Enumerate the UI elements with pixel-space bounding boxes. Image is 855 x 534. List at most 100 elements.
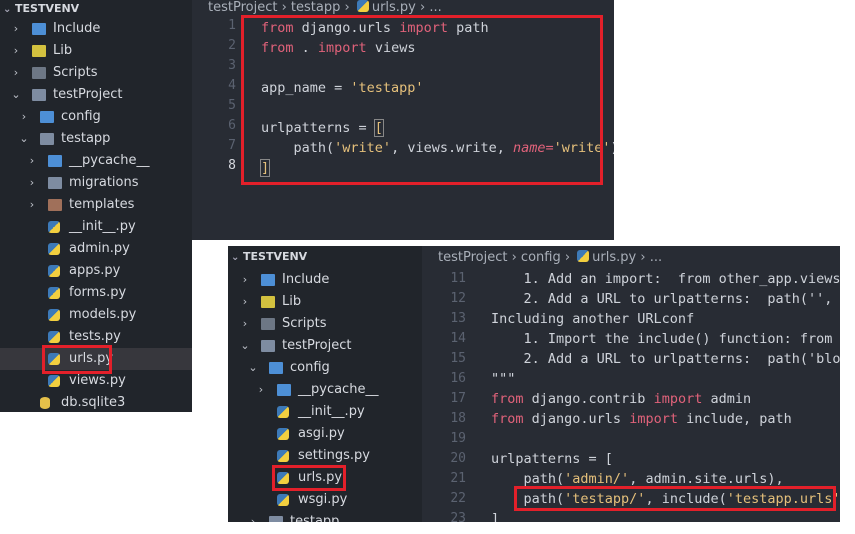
tree-item[interactable]: › Scripts — [0, 62, 192, 84]
chevron-right-icon: › — [13, 22, 19, 35]
tree-item-label: models.py — [69, 307, 137, 322]
tree-item-label: db.sqlite3 — [61, 395, 126, 410]
tree-item-label: Lib — [282, 294, 302, 309]
folder-include-icon — [32, 23, 46, 35]
tree-item-label: views.py — [69, 373, 126, 388]
tree-item-label: Include — [282, 272, 330, 287]
editor-pane-1: testProject › testapp › urls.py › ... 1 … — [192, 0, 614, 240]
tree-item-label: migrations — [69, 175, 139, 190]
line-number: 20 — [450, 451, 466, 466]
explorer-header-2[interactable]: ⌄ TESTVENV — [228, 246, 422, 266]
breadcrumb-item[interactable]: testProject — [438, 250, 507, 265]
folder-lib-icon — [261, 296, 275, 308]
chevron-right-icon: › — [21, 110, 27, 123]
tree-item[interactable]: db.sqlite3 — [0, 392, 192, 412]
folder-config-icon — [269, 362, 283, 374]
tree-item-label: forms.py — [69, 285, 127, 300]
folder-include-icon — [261, 274, 275, 286]
breadcrumb-item[interactable]: testapp — [291, 0, 340, 15]
tree-item-label: apps.py — [69, 263, 121, 278]
line-number: 18 — [450, 411, 466, 426]
python-file-icon — [277, 450, 289, 462]
tree-item[interactable]: settings.py — [228, 445, 422, 467]
chevron-right-icon: › — [13, 66, 19, 79]
line-number: 16 — [450, 371, 466, 386]
tree-item[interactable]: __init__.py — [228, 401, 422, 423]
tree-item[interactable]: apps.py — [0, 260, 192, 282]
code-line: ] — [491, 511, 500, 522]
tree-item-label: __pycache__ — [298, 382, 379, 397]
breadcrumb-item[interactable]: urls.py — [592, 250, 636, 265]
tree-item[interactable]: ⌄ config — [228, 357, 422, 379]
tree-item[interactable]: ⌄ testProject — [0, 84, 192, 106]
folder-config-icon — [40, 111, 54, 123]
breadcrumb-item[interactable]: config — [521, 250, 561, 265]
line-number: 15 — [450, 351, 466, 366]
tree-item[interactable]: views.py — [0, 370, 192, 392]
code-line: 2. Add a URL to urlpatterns: path('', Ho… — [491, 291, 840, 307]
chevron-down-icon: ⌄ — [231, 252, 240, 263]
tree-item[interactable]: › __pycache__ — [0, 150, 192, 172]
chevron-down-icon: ⌄ — [248, 361, 258, 374]
highlight-box — [272, 465, 346, 491]
folder-templates-icon — [48, 199, 62, 211]
line-number: 22 — [450, 491, 466, 506]
breadcrumb: testProject › testapp › urls.py › ... — [208, 0, 442, 15]
editor-pane-2: testProject › config › urls.py › ... 11 1… — [422, 246, 840, 522]
tree-item[interactable]: › migrations — [0, 172, 192, 194]
tree-item[interactable]: › Include — [0, 18, 192, 40]
tree-item[interactable]: wsgi.py — [228, 489, 422, 511]
breadcrumb-item[interactable]: ... — [429, 0, 441, 15]
tree-item[interactable]: admin.py — [0, 238, 192, 260]
tree-item-label: testProject — [53, 87, 123, 102]
code-line: Including another URLconf — [491, 311, 695, 327]
tree-item-label: testapp — [290, 514, 340, 522]
chevron-down-icon: ⌄ — [19, 132, 29, 145]
code-area[interactable]: 1. Add an import: from other_app.views i… — [491, 269, 840, 522]
breadcrumb: testProject › config › urls.py › ... — [438, 250, 663, 265]
python-file-icon — [277, 494, 289, 506]
tree-item[interactable]: › testapp — [228, 511, 422, 522]
tree-item[interactable]: › templates — [0, 194, 192, 216]
python-file-icon — [48, 309, 60, 321]
chevron-right-icon: › — [258, 383, 264, 396]
tree-item[interactable]: › config — [0, 106, 192, 128]
tree-item[interactable]: › Scripts — [228, 313, 422, 335]
tree-item-label: __init__.py — [298, 404, 365, 419]
tree-item[interactable]: › __pycache__ — [228, 379, 422, 401]
code-line: """ — [491, 371, 516, 387]
explorer-header-1[interactable]: ⌄ TESTVENV — [0, 0, 192, 18]
breadcrumb-item[interactable]: ... — [650, 250, 662, 265]
tree-item-label: Include — [53, 21, 101, 36]
tree-item[interactable]: › Lib — [0, 40, 192, 62]
python-file-icon — [577, 250, 590, 262]
python-file-icon — [48, 375, 60, 387]
line-number: 12 — [450, 291, 466, 306]
tree-item-label: asgi.py — [298, 426, 345, 441]
folder-open-icon — [32, 89, 46, 101]
line-number: 3 — [228, 58, 236, 73]
breadcrumb-item[interactable]: testProject — [208, 0, 277, 15]
breadcrumb-item[interactable]: urls.py — [372, 0, 416, 15]
chevron-down-icon: ⌄ — [11, 88, 21, 101]
folder-lib-icon — [32, 45, 46, 57]
folder-pycache-icon — [48, 155, 62, 167]
folder-icon — [269, 516, 283, 522]
tree-item[interactable]: __init__.py — [0, 216, 192, 238]
chevron-right-icon: › — [29, 198, 35, 211]
code-line: 1. Import the include() function: from d… — [491, 331, 840, 347]
tree-item[interactable]: asgi.py — [228, 423, 422, 445]
tree-item[interactable]: forms.py — [0, 282, 192, 304]
tree-item[interactable]: models.py — [0, 304, 192, 326]
tree-item[interactable]: › Include — [228, 269, 422, 291]
tree-item[interactable]: › Lib — [228, 291, 422, 313]
database-file-icon — [40, 397, 50, 409]
line-number: 5 — [228, 98, 236, 113]
tree-item-label: Scripts — [282, 316, 327, 331]
chevron-right-icon: › — [250, 515, 256, 522]
tree-item-label: testProject — [282, 338, 352, 353]
tree-item[interactable]: ⌄ testProject — [228, 335, 422, 357]
chevron-down-icon: ⌄ — [240, 339, 250, 352]
python-file-icon — [48, 243, 60, 255]
tree-item[interactable]: ⌄ testapp — [0, 128, 192, 150]
